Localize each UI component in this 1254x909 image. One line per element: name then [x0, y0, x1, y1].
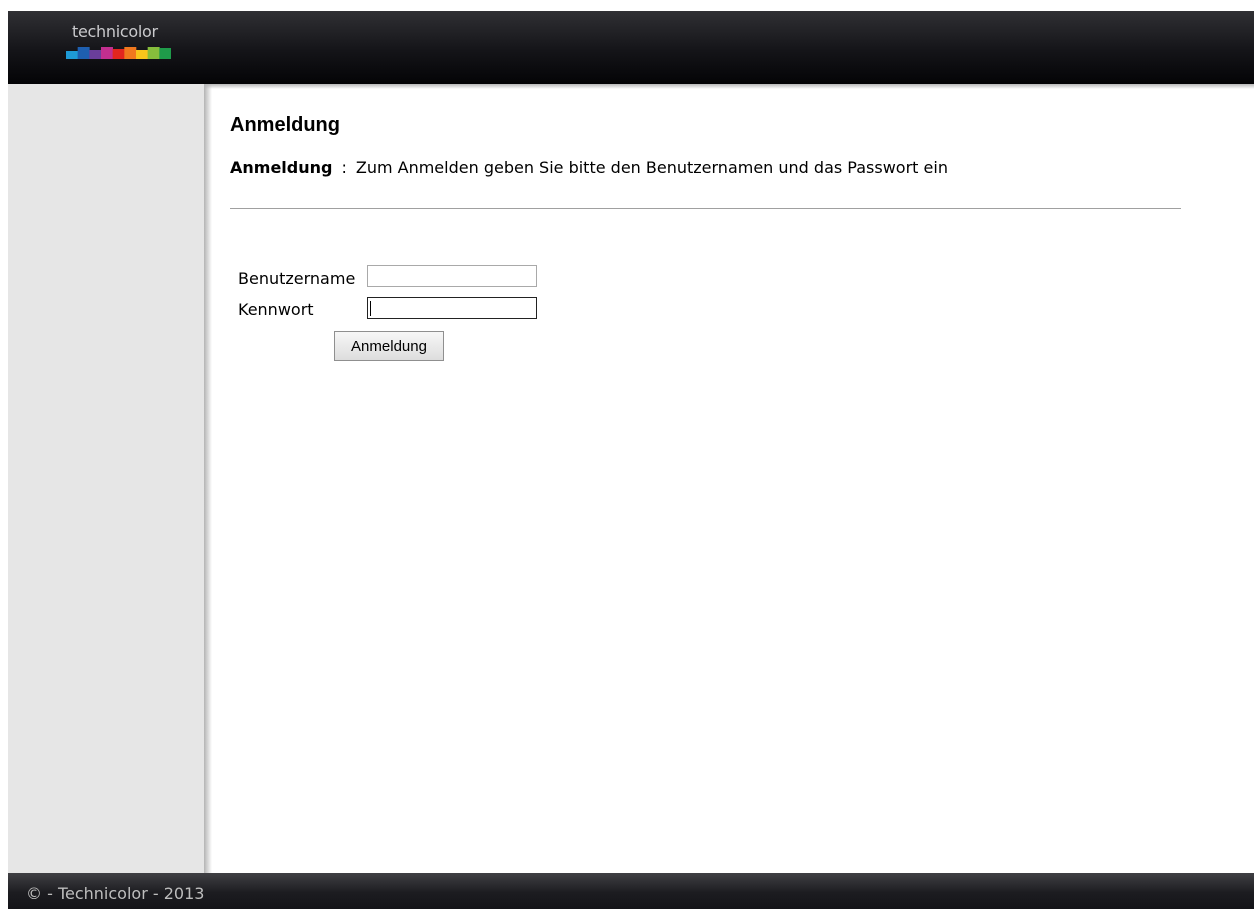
description-text: Zum Anmelden geben Sie bitte den Benutze…: [355, 158, 948, 177]
divider: [230, 208, 1181, 209]
logo-color-segment: [77, 47, 90, 59]
page-description: Anmeldung: Zum Anmelden geben Sie bitte d…: [230, 158, 948, 177]
login-button[interactable]: Anmeldung: [334, 331, 444, 361]
sidebar-edge: [204, 84, 212, 873]
password-input[interactable]: [367, 297, 537, 319]
logo-color-segment: [66, 51, 78, 59]
username-label: Benutzername: [238, 269, 356, 288]
technicolor-logo: technicolor: [66, 22, 176, 70]
logo-color-segment: [124, 47, 137, 59]
footer-bar: © - Technicolor - 2013: [8, 873, 1254, 909]
logo-color-segment: [147, 47, 160, 59]
description-separator: :: [341, 158, 347, 177]
page-title: Anmeldung: [230, 114, 340, 136]
logo-color-segment: [89, 50, 102, 59]
logo-color-segment: [112, 49, 125, 59]
sidebar: [8, 84, 204, 873]
logo-color-segment: [159, 48, 171, 59]
text-cursor: [370, 301, 371, 316]
copyright-text: © - Technicolor - 2013: [26, 884, 205, 903]
description-label: Anmeldung: [230, 158, 333, 177]
logo-text: technicolor: [72, 22, 158, 41]
logo-color-stripe: [66, 47, 171, 59]
username-input[interactable]: [367, 265, 537, 287]
logo-color-segment: [101, 47, 113, 59]
header-bar: technicolor: [8, 11, 1254, 84]
password-label: Kennwort: [238, 300, 314, 319]
main-content: Anmeldung Anmeldung: Zum Anmelden geben S…: [212, 89, 1254, 873]
logo-color-segment: [136, 50, 148, 59]
